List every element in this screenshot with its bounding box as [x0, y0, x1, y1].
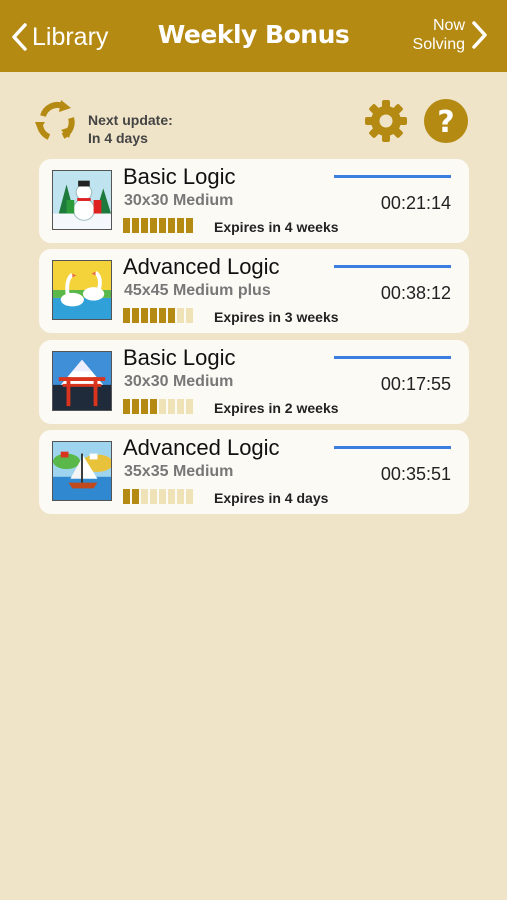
chevron-right-icon: [472, 21, 487, 49]
expires-text: Expires in 4 weeks: [214, 219, 339, 235]
refresh-icon: [35, 100, 75, 140]
progress-segment: [150, 218, 157, 233]
chevron-left-icon: [12, 23, 27, 51]
expiry-progress: [123, 489, 195, 504]
progress-segment: [123, 218, 130, 233]
puzzle-size: 30x30 Medium: [124, 373, 234, 390]
gear-icon[interactable]: [363, 98, 409, 144]
puzzle-title: Advanced Logic: [123, 435, 280, 460]
elapsed-time: 00:21:14: [380, 193, 451, 213]
progress-segment: [177, 399, 184, 414]
progress-segment: [123, 308, 130, 323]
progress-segment: [168, 399, 175, 414]
progress-segment: [150, 308, 157, 323]
solve-progress-line: [334, 175, 451, 178]
progress-segment: [177, 218, 184, 233]
solve-progress-line: [334, 265, 451, 268]
elapsed-time: 00:17:55: [380, 374, 451, 394]
puzzle-card[interactable]: Advanced Logic 35x35 Medium Expires in 4…: [39, 430, 469, 514]
progress-segment: [132, 489, 139, 504]
expires-text: Expires in 4 days: [214, 490, 329, 506]
progress-segment: [141, 308, 148, 323]
expires-text: Expires in 2 weeks: [214, 400, 339, 416]
progress-segment: [141, 399, 148, 414]
swans-thumbnail: [52, 260, 112, 320]
expiry-progress: [123, 399, 195, 414]
progress-segment: [132, 308, 139, 323]
progress-segment: [168, 489, 175, 504]
next-update-text: Next update: In 4 days: [88, 112, 173, 146]
progress-segment: [168, 308, 175, 323]
svg-text:?: ?: [437, 105, 454, 140]
puzzle-size: 30x30 Medium: [124, 192, 234, 209]
puzzle-size: 35x35 Medium: [124, 463, 234, 480]
puzzle-title: Advanced Logic: [123, 254, 280, 279]
progress-segment: [177, 308, 184, 323]
expiry-progress: [123, 308, 195, 323]
help-icon[interactable]: ?: [423, 98, 469, 144]
progress-segment: [186, 489, 193, 504]
snowman-thumbnail: [52, 170, 112, 230]
progress-segment: [159, 218, 166, 233]
progress-segment: [186, 399, 193, 414]
solve-progress-line: [334, 356, 451, 359]
puzzle-title: Basic Logic: [123, 345, 236, 370]
progress-segment: [123, 489, 130, 504]
progress-segment: [168, 218, 175, 233]
progress-segment: [186, 308, 193, 323]
now-solving-label: Now Solving: [412, 17, 465, 53]
progress-segment: [123, 399, 130, 414]
puzzle-card[interactable]: Basic Logic 30x30 Medium Expires in 4 we…: [39, 159, 469, 243]
expires-text: Expires in 3 weeks: [214, 309, 339, 325]
progress-segment: [177, 489, 184, 504]
back-label: Library: [32, 22, 109, 51]
progress-segment: [141, 489, 148, 504]
back-to-library-button[interactable]: Library: [10, 20, 108, 54]
now-solving-button[interactable]: Now Solving: [413, 16, 489, 54]
progress-segment: [150, 489, 157, 504]
solve-progress-line: [334, 446, 451, 449]
progress-segment: [150, 399, 157, 414]
nav-bar: Library Weekly Bonus Now Solving: [0, 0, 507, 72]
progress-segment: [132, 399, 139, 414]
puzzle-size: 45x45 Medium plus: [124, 282, 271, 299]
progress-segment: [186, 218, 193, 233]
puzzle-title: Basic Logic: [123, 164, 236, 189]
progress-segment: [159, 308, 166, 323]
sailboat-thumbnail: [52, 441, 112, 501]
elapsed-time: 00:35:51: [380, 464, 451, 484]
puzzle-card[interactable]: Basic Logic 30x30 Medium Expires in 2 we…: [39, 340, 469, 424]
progress-segment: [132, 218, 139, 233]
progress-segment: [159, 489, 166, 504]
expiry-progress: [123, 218, 195, 233]
progress-segment: [159, 399, 166, 414]
elapsed-time: 00:38:12: [380, 283, 451, 303]
progress-segment: [141, 218, 148, 233]
torii-gate-thumbnail: [52, 351, 112, 411]
puzzle-card[interactable]: Advanced Logic 45x45 Medium plus Expires…: [39, 249, 469, 333]
